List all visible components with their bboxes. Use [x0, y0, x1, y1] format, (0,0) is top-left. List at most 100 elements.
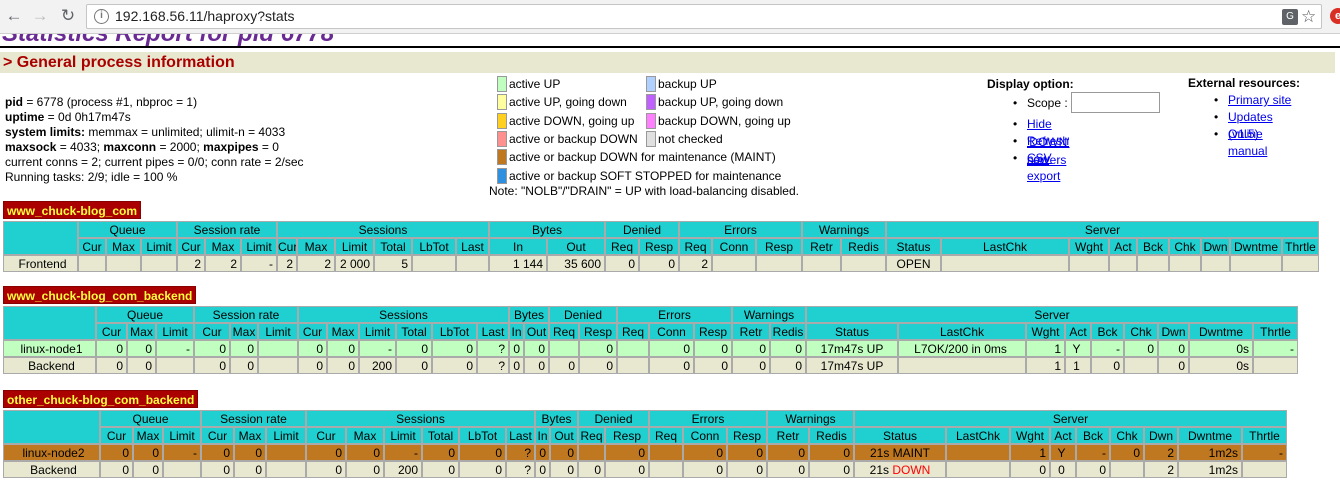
legend-swatch	[646, 112, 656, 129]
column-header: Resp	[727, 427, 767, 444]
cell-value: 0	[594, 463, 601, 477]
table-cell: 0	[459, 444, 506, 461]
column-header: Limit	[384, 427, 422, 444]
column-header: Limit	[156, 323, 194, 340]
back-icon[interactable]: ←	[3, 5, 25, 27]
table-cell	[78, 255, 106, 272]
cell-value: 0	[795, 342, 802, 356]
column-header: Bck	[1091, 323, 1124, 340]
column-header: Wght	[1010, 427, 1050, 444]
table-cell: 2	[1144, 461, 1178, 478]
column-group-header: Errors	[649, 410, 767, 427]
table-cell: 0s	[1189, 357, 1253, 374]
extension-icon[interactable]: e	[1330, 8, 1340, 24]
column-header: Resp	[639, 238, 679, 255]
table-cell: 0	[100, 444, 133, 461]
column-header: Cur	[96, 323, 127, 340]
scope-label: Scope :	[1013, 94, 1068, 112]
cell-value: 0	[683, 359, 690, 373]
table-cell	[258, 340, 298, 357]
column-group-header: Server	[806, 306, 1298, 323]
table-cell: -	[1253, 340, 1298, 357]
cell-value: 0	[798, 463, 805, 477]
table-cell	[1110, 461, 1144, 478]
table-cell: 0	[767, 444, 809, 461]
proxy-name[interactable]: other_chuck-blog_com_backend	[3, 390, 199, 408]
table-cell: 0	[194, 357, 230, 374]
column-header: Dwntme	[1230, 238, 1282, 255]
cell-value: 0	[1058, 463, 1065, 477]
column-header: Req	[617, 323, 649, 340]
cell-value: 5	[401, 257, 408, 271]
table-cell: 0	[133, 444, 163, 461]
table-cell: 2	[277, 255, 297, 272]
table-cell: 0	[1124, 340, 1158, 357]
column-header: Dwntme	[1178, 427, 1242, 444]
cell-value: 0	[1178, 342, 1185, 356]
address-bar[interactable]: i 192.168.56.11/haproxy?stats G ☆	[86, 4, 1322, 29]
table-cell: 21s MAINT	[854, 444, 946, 461]
cell-value: 0	[122, 446, 129, 460]
table-cell: OPEN	[886, 255, 941, 272]
cell-value: 200	[371, 359, 392, 373]
table-cell: 1	[1010, 444, 1050, 461]
info-icon[interactable]: i	[94, 9, 109, 24]
cell-value: 0	[538, 342, 545, 356]
cell-value: 0	[316, 359, 323, 373]
table-cell: 0	[346, 461, 384, 478]
cell-value: 0	[116, 342, 123, 356]
table-cell: 0	[327, 340, 359, 357]
table-cell[interactable]: L7OK/200 in 0ms	[898, 340, 1026, 357]
table-cell: 0	[732, 340, 770, 357]
table-cell: 0	[732, 357, 770, 374]
cell-value: 0	[348, 359, 355, 373]
row-name[interactable]: linux-node1	[3, 340, 96, 357]
primary-site-link[interactable]: Primary site	[1214, 92, 1291, 109]
external-resources-title: External resources:	[1188, 76, 1301, 90]
pid-label: pid	[5, 95, 23, 109]
column-header: Cur	[201, 427, 234, 444]
table-cell: 0	[605, 255, 639, 272]
section-title: > General process information	[0, 52, 1335, 73]
table-cell: -	[359, 340, 396, 357]
cell-value: 0	[638, 446, 645, 460]
csv-export-link[interactable]: CSV export	[1013, 149, 1074, 185]
legend-swatch	[646, 76, 656, 92]
proxy-name[interactable]: www_chuck-blog_com_backend	[3, 286, 197, 304]
cell-value: 0	[448, 463, 455, 477]
legend-note: Note: "NOLB"/"DRAIN" = UP with load-bala…	[489, 184, 799, 198]
cell-value: 0	[798, 446, 805, 460]
table-cell: 0	[767, 461, 809, 478]
translate-icon[interactable]: G	[1282, 9, 1298, 25]
row-name[interactable]: Backend	[3, 461, 100, 478]
forward-icon[interactable]: →	[29, 5, 51, 27]
column-header: Cur	[78, 238, 106, 255]
cell-value: 0	[373, 463, 380, 477]
cell-value: -	[186, 342, 190, 356]
column-header: Limit	[241, 238, 277, 255]
column-header: Limit	[335, 238, 374, 255]
legend-label: active or backup SOFT STOPPED for mainte…	[509, 168, 782, 183]
cell-value: 0	[759, 359, 766, 373]
manual-link[interactable]: Online manual	[1214, 126, 1300, 160]
column-header: Resp	[579, 323, 617, 340]
row-name[interactable]: Backend	[3, 357, 96, 374]
table-corner	[3, 221, 78, 255]
column-header: Retr	[767, 427, 809, 444]
table-cell: 0	[422, 461, 459, 478]
cell-value: 0	[721, 342, 728, 356]
row-name[interactable]: linux-node2	[3, 444, 100, 461]
row-name[interactable]: Frontend	[3, 255, 78, 272]
cell-value: 0	[1147, 342, 1154, 356]
table-cell: 2	[205, 255, 241, 272]
table-cell: 0	[550, 461, 578, 478]
column-header: Out	[547, 238, 605, 255]
cell-value: 0	[495, 463, 502, 477]
column-group-header: Warnings	[732, 306, 806, 323]
star-icon[interactable]: ☆	[1301, 5, 1316, 28]
cell-value: 0	[219, 359, 226, 373]
reload-icon[interactable]: ↻	[57, 5, 79, 27]
column-group-header: Warnings	[767, 410, 854, 427]
proxy-name[interactable]: www_chuck-blog_com	[3, 201, 142, 219]
scope-input[interactable]	[1071, 92, 1160, 113]
